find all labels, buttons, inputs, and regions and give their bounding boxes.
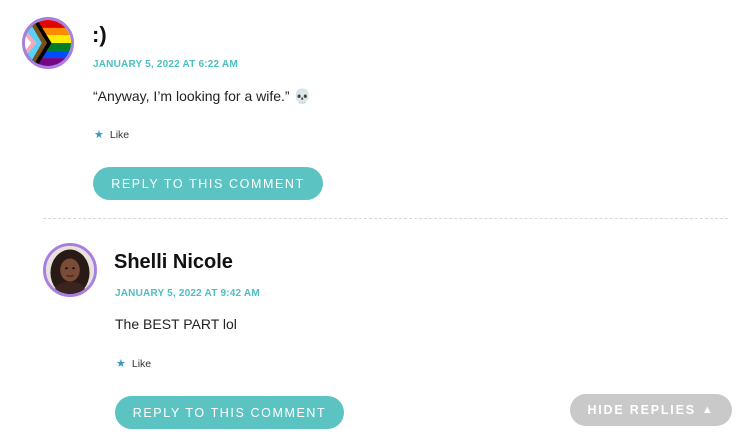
like-label: Like: [131, 358, 152, 370]
like-button[interactable]: ★ Like: [94, 129, 129, 141]
comment-date[interactable]: JANUARY 5, 2022 AT 6:22 AM: [93, 59, 238, 70]
user-photo-avatar-icon: [46, 246, 94, 294]
comment-author[interactable]: :): [92, 22, 107, 48]
comment-avatar[interactable]: [22, 17, 74, 69]
comment-text: “Anyway, I’m looking for a wife.” 💀: [93, 88, 311, 104]
reply-author[interactable]: Shelli Nicole: [114, 251, 233, 274]
comment-divider: [43, 218, 728, 219]
reply-button[interactable]: REPLY TO THIS COMMENT: [93, 167, 323, 200]
hide-replies-button[interactable]: HIDE REPLIES ▲: [570, 394, 732, 426]
pride-flag-avatar-icon: [25, 20, 71, 66]
reply-text: The BEST PART lol: [115, 316, 237, 332]
hide-replies-label: HIDE REPLIES: [587, 403, 696, 417]
reply-date[interactable]: JANUARY 5, 2022 AT 9:42 AM: [115, 288, 260, 299]
like-button[interactable]: ★ Like: [116, 358, 151, 370]
like-label: Like: [109, 129, 130, 141]
reply-avatar[interactable]: [43, 243, 97, 297]
star-icon: ★: [116, 357, 126, 370]
triangle-up-icon: ▲: [701, 404, 715, 416]
star-icon: ★: [94, 128, 104, 141]
reply-button[interactable]: REPLY TO THIS COMMENT: [115, 396, 344, 429]
